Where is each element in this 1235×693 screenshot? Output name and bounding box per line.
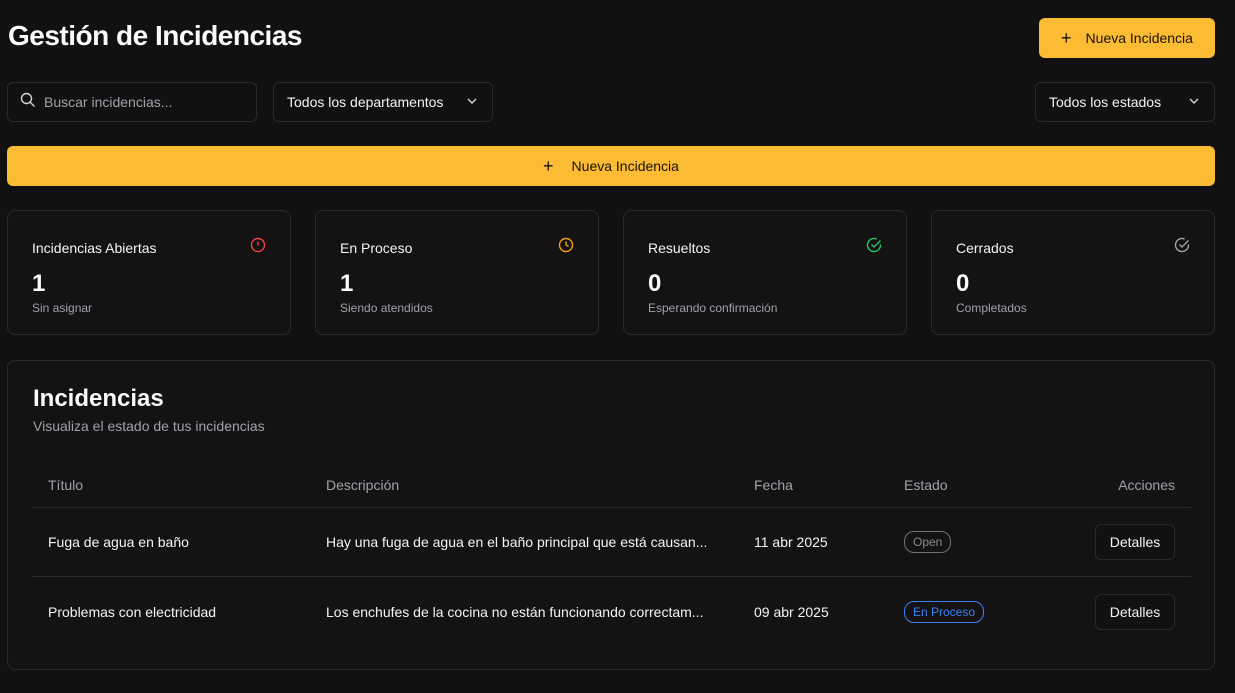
column-header[interactable]: Estado [904,477,948,493]
stat-card-closed: Cerrados 0 Completados [931,210,1215,335]
row-title: Fuga de agua en baño [48,534,189,550]
check-circle-icon [1174,237,1190,258]
stat-card-value: 0 [648,270,662,297]
incidents-table: Título Descripción Fecha Estado Acciones… [32,463,1191,646]
department-select-value: Todos los departamentos [287,94,444,110]
row-date: 11 abr 2025 [754,534,828,550]
stat-card-subtitle: Completados [956,301,1027,315]
search-input[interactable] [44,94,234,110]
row-actions: Detalles [1095,593,1175,630]
page-title: Gestión de Incidencias [8,20,302,51]
stat-card-in-progress: En Proceso 1 Siendo atendidos [315,210,599,335]
status-badge: En Proceso [904,600,985,623]
incidents-panel: Incidencias Visualiza el estado de tus i… [7,360,1215,670]
row-actions: Detalles [1095,524,1175,560]
stat-card-title: En Proceso [340,239,413,256]
chevron-down-icon [466,94,478,110]
stat-card-open: Incidencias Abiertas 1 Sin asignar [7,210,291,335]
clock-icon [558,237,574,258]
stat-card-resolved: Resueltos 0 Esperando confirmación [623,210,907,335]
alert-circle-icon [250,237,266,258]
column-header[interactable]: Descripción [326,477,721,493]
stat-card-value: 0 [956,270,970,297]
table-row[interactable]: Problemas con electricidad Los enchufes … [32,577,1191,646]
new-incident-wide-button[interactable]: + Nueva Incidencia [7,146,1215,186]
stat-card-title: Cerrados [956,239,1014,256]
details-button[interactable]: Detalles [1095,524,1175,560]
search-field[interactable] [7,82,257,122]
check-circle-icon [866,237,882,258]
panel-subtitle: Visualiza el estado de tus incidencias [33,418,265,434]
row-status: Open [904,531,952,553]
details-button[interactable]: Detalles [1095,593,1175,630]
row-description: Hay una fuga de agua en el baño principa… [326,534,708,550]
row-status: En Proceso [904,600,985,623]
state-select-value: Todos los estados [1049,94,1162,110]
stat-card-title: Incidencias Abiertas [32,239,157,256]
plus-icon: + [1061,28,1072,48]
stat-card-subtitle: Sin asignar [32,301,93,315]
new-incident-button[interactable]: + Nueva Incidencia [1039,18,1215,58]
stat-card-subtitle: Esperando confirmación [648,301,778,315]
chevron-down-icon [1188,94,1200,110]
row-date: 09 abr 2025 [754,603,829,620]
state-select[interactable]: Todos los estados [1035,82,1215,122]
stat-card-value: 1 [340,270,354,297]
row-title: Problemas con electricidad [48,603,217,620]
column-header[interactable]: Título [48,477,83,493]
row-description: Los enchufes de la cocina no están funci… [326,603,704,620]
column-header: Acciones [1118,477,1175,493]
column-header[interactable]: Fecha [754,477,793,493]
stat-card-title: Resueltos [648,239,711,256]
table-row[interactable]: Fuga de agua en baño Hay una fuga de agu… [32,508,1191,577]
plus-icon: + [543,156,554,176]
new-incident-button-label: Nueva Incidencia [1085,30,1193,46]
new-incident-wide-button-label: Nueva Incidencia [571,158,679,174]
stat-card-subtitle: Siendo atendidos [340,301,433,315]
search-icon [20,92,36,113]
status-badge: Open [904,531,952,553]
panel-title: Incidencias [33,385,164,412]
table-header: Título Descripción Fecha Estado Acciones [32,463,1191,508]
stat-card-value: 1 [32,270,46,297]
department-select[interactable]: Todos los departamentos [273,82,493,122]
